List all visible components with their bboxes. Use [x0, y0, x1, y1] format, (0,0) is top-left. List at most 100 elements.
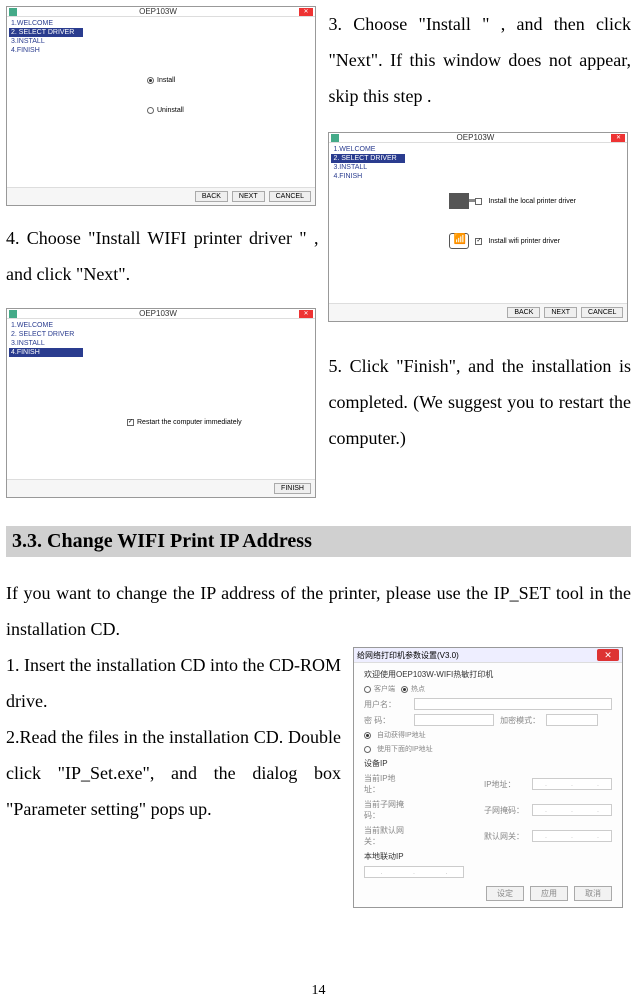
wifi-icon	[449, 233, 469, 249]
cur-ip-label: 当前IP地址：	[364, 773, 408, 795]
step-2: 2. SELECT DRIVER	[331, 154, 405, 163]
page-number: 14	[0, 983, 637, 999]
wizard-footer: BACK NEXT CANCEL	[7, 187, 315, 205]
radio-ap[interactable]: 热点	[401, 684, 425, 694]
user-input[interactable]	[414, 698, 612, 710]
installer-window-select-driver: OEP103W ✕ 1.WELCOME 2. SELECT DRIVER 3.I…	[328, 132, 628, 322]
close-icon[interactable]: ✕	[299, 8, 313, 16]
radio-icon[interactable]	[401, 686, 408, 693]
step-1: 1.WELCOME	[333, 145, 405, 154]
cancel-button[interactable]: CANCEL	[269, 191, 311, 202]
apply-button[interactable]: 应用	[530, 886, 568, 901]
next-button[interactable]: NEXT	[232, 191, 265, 202]
encrypt-select[interactable]	[546, 714, 598, 726]
wizard-steps-sidebar: 1.WELCOME 2. SELECT DRIVER 3.INSTALL 4.F…	[7, 17, 87, 187]
set-button[interactable]: 设定	[486, 886, 524, 901]
step-4: 4.FINISH	[11, 46, 83, 55]
radio-icon[interactable]	[147, 77, 154, 84]
user-label: 用户名：	[364, 699, 408, 710]
wizard-main: Restart the computer immediately	[87, 319, 315, 479]
mode-row: 客户端 热点	[364, 684, 612, 694]
next-button[interactable]: NEXT	[544, 307, 577, 318]
restart-checkbox-row[interactable]: Restart the computer immediately	[127, 419, 242, 426]
mask-input[interactable]: ...	[532, 804, 612, 816]
wizard-main: Install the local printer driver Install…	[409, 143, 627, 303]
wizard-steps-sidebar: 1.WELCOME 2. SELECT DRIVER 3.INSTALL 4.F…	[7, 319, 87, 479]
wizard-main: Install Uninstall	[87, 17, 315, 187]
ip-set-dialog: 给网络打印机参数设置(V3.0) ✕ 欢迎使用OEP103W-WIFI热敏打印机…	[353, 647, 623, 908]
ip-label: IP地址：	[484, 779, 528, 790]
driver-wifi-row[interactable]: Install wifi printer driver	[449, 233, 560, 249]
close-icon[interactable]: ✕	[611, 134, 625, 142]
app-icon	[9, 8, 17, 16]
installer-window-select-option: OEP103W ✕ 1.WELCOME 2. SELECT DRIVER 3.I…	[6, 6, 316, 206]
usb-icon	[449, 193, 469, 209]
ip-input[interactable]: ...	[532, 778, 612, 790]
step-1: 1.WELCOME	[11, 321, 83, 330]
titlebar: OEP103W ✕	[7, 309, 315, 319]
user-row: 用户名：	[364, 698, 612, 710]
radio-icon[interactable]	[364, 686, 371, 693]
step-4: 4.FINISH	[9, 348, 83, 357]
pwd-input[interactable]	[414, 714, 494, 726]
radio-install-row[interactable]: Install	[147, 77, 175, 84]
app-icon	[331, 134, 339, 142]
checkbox-icon[interactable]	[475, 238, 482, 245]
checkbox-icon[interactable]	[475, 198, 482, 205]
mask-label: 子网掩码：	[484, 805, 528, 816]
cur-mask-label: 当前子网掩码：	[364, 799, 408, 821]
checkbox-icon[interactable]	[127, 419, 134, 426]
cancel-button[interactable]: 取消	[574, 886, 612, 901]
step5-text: 5. Click "Finish", and the installation …	[328, 348, 631, 456]
driver-local-row[interactable]: Install the local printer driver	[449, 193, 576, 209]
step3-text: 3. Choose "Install " , and then click "N…	[328, 6, 631, 114]
radio-client[interactable]: 客户端	[364, 684, 395, 694]
restart-label: Restart the computer immediately	[137, 419, 242, 426]
pwd-row: 密 码： 加密模式：	[364, 714, 612, 726]
local-ip-input[interactable]: ...	[364, 866, 464, 878]
dialog-title: 给网络打印机参数设置(V3.0)	[357, 650, 459, 661]
back-button[interactable]: BACK	[507, 307, 540, 318]
radio-auto-ip[interactable]: 自动获得IP地址	[364, 730, 612, 740]
section33-step1: 1. Insert the installation CD into the C…	[6, 647, 341, 719]
titlebar: OEP103W ✕	[7, 7, 315, 17]
installer-window-finish: OEP103W ✕ 1.WELCOME 2. SELECT DRIVER 3.I…	[6, 308, 316, 498]
step-3: 3.INSTALL	[11, 37, 83, 46]
step-3: 3.INSTALL	[333, 163, 405, 172]
finish-button[interactable]: FINISH	[274, 483, 311, 494]
cur-gw-label: 当前默认网关：	[364, 825, 408, 847]
step-2: 2. SELECT DRIVER	[9, 28, 83, 37]
radio-icon[interactable]	[147, 107, 154, 114]
setip-label: 设备IP	[364, 758, 612, 769]
radio-uninstall-row[interactable]: Uninstall	[147, 107, 184, 114]
dialog-titlebar: 给网络打印机参数设置(V3.0) ✕	[354, 648, 622, 663]
app-icon	[9, 310, 17, 318]
radio-uninstall-label: Uninstall	[157, 107, 184, 114]
radio-icon[interactable]	[364, 732, 371, 739]
wizard-footer: BACK NEXT CANCEL	[329, 303, 627, 321]
cancel-button[interactable]: CANCEL	[581, 307, 623, 318]
local-ip-label: 本地联动IP	[364, 851, 612, 862]
section-heading-3-3: 3.3. Change WIFI Print IP Address	[6, 526, 631, 557]
close-icon[interactable]: ✕	[597, 649, 619, 661]
close-icon[interactable]: ✕	[299, 310, 313, 318]
step-3: 3.INSTALL	[11, 339, 83, 348]
window-title: OEP103W	[17, 309, 299, 318]
window-title: OEP103W	[17, 7, 299, 16]
back-button[interactable]: BACK	[195, 191, 228, 202]
driver-wifi-label: Install wifi printer driver	[488, 238, 560, 245]
gw-input[interactable]: ...	[532, 830, 612, 842]
step4-text: 4. Choose "Install WIFI printer driver "…	[6, 220, 318, 292]
welcome-text: 欢迎使用OEP103W-WIFI热敏打印机	[364, 669, 612, 680]
radio-icon[interactable]	[364, 746, 371, 753]
step-1: 1.WELCOME	[11, 19, 83, 28]
step-4: 4.FINISH	[333, 172, 405, 181]
wizard-steps-sidebar: 1.WELCOME 2. SELECT DRIVER 3.INSTALL 4.F…	[329, 143, 409, 303]
pwd-label: 密 码：	[364, 715, 408, 726]
driver-local-label: Install the local printer driver	[488, 198, 576, 205]
wizard-footer: FINISH	[7, 479, 315, 497]
window-title: OEP103W	[339, 133, 611, 142]
titlebar: OEP103W ✕	[329, 133, 627, 143]
radio-manual-ip[interactable]: 使用下面的IP地址	[364, 744, 612, 754]
section33-step2: 2.Read the files in the installation CD.…	[6, 719, 341, 827]
